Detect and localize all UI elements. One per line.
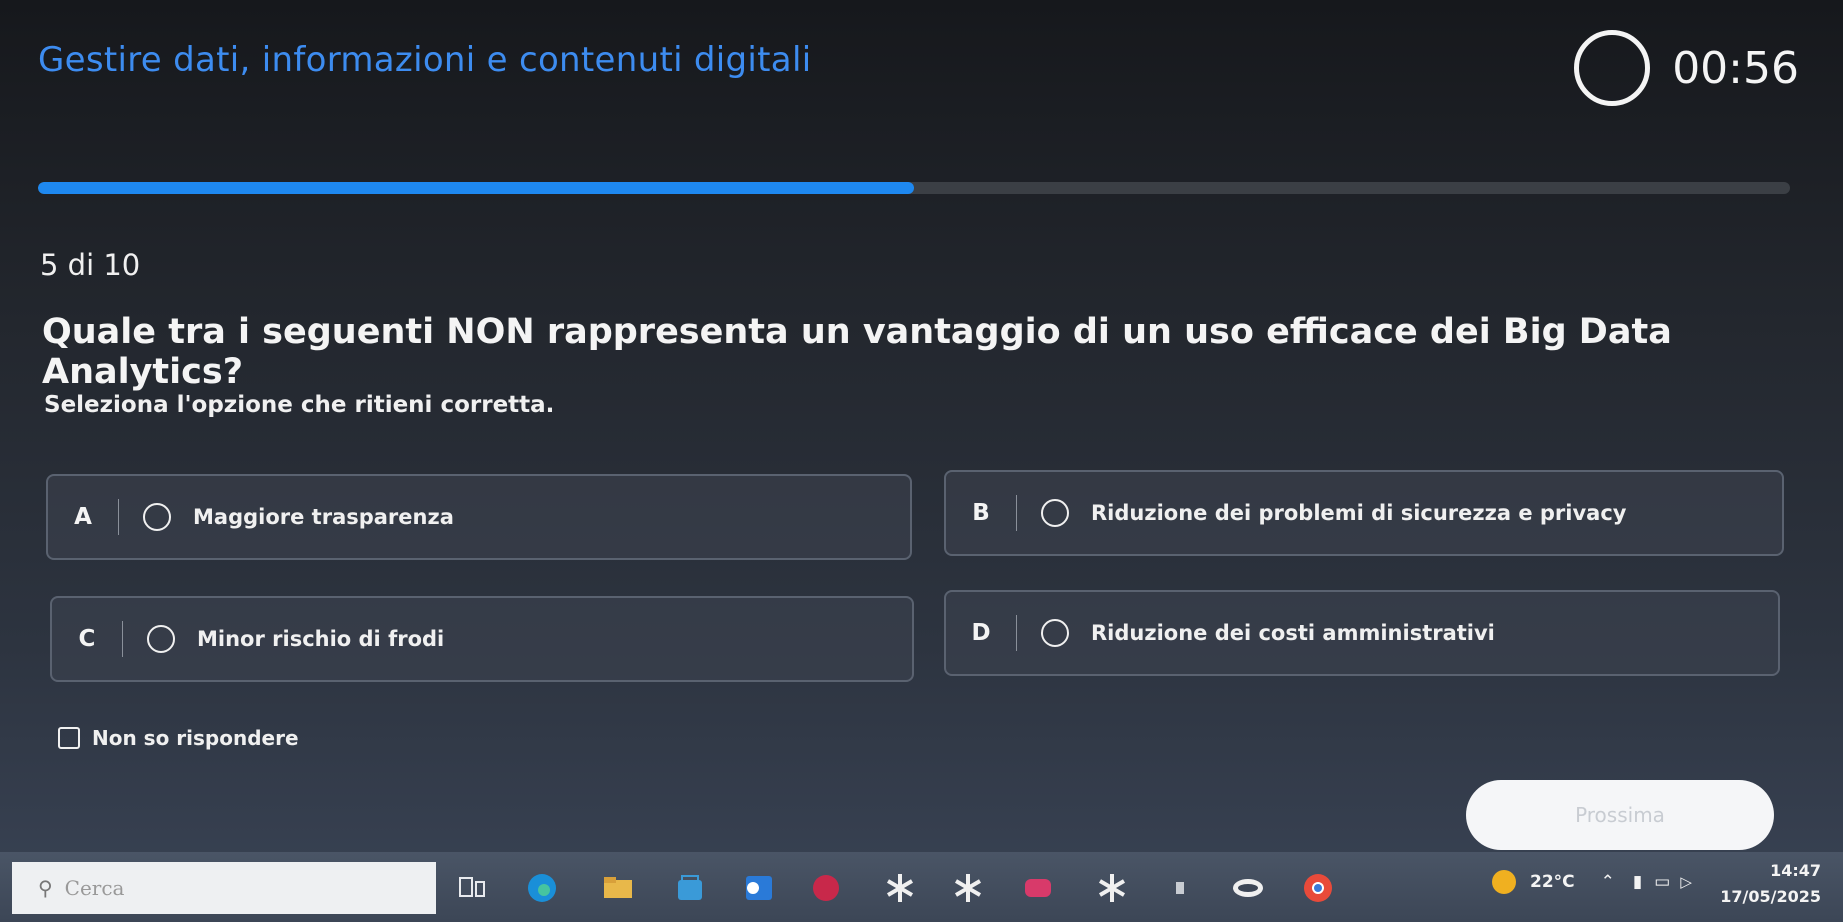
option-separator — [1016, 615, 1017, 651]
network-icon[interactable]: ▭ — [1654, 872, 1670, 892]
store-icon[interactable] — [672, 870, 708, 906]
snowflake-app-icon[interactable] — [950, 870, 986, 906]
chrome-icon[interactable] — [1300, 870, 1336, 906]
outlook-icon[interactable] — [740, 870, 776, 906]
radio-icon[interactable] — [1041, 499, 1069, 527]
taskbar: ⚲ Cerca 22°C ⌃ ▮ ▭ ▷ 14:47 17/05/2025 — [0, 852, 1843, 922]
option-b[interactable]: B Riduzione dei problemi di sicurezza e … — [944, 470, 1784, 556]
battery-icon[interactable]: ▮ — [1633, 872, 1642, 892]
task-view-icon[interactable] — [454, 870, 490, 906]
progress-fill — [38, 182, 914, 194]
timer-text: 00:56 — [1672, 42, 1799, 94]
date-text: 17/05/2025 — [1720, 887, 1821, 906]
no-answer-checkbox[interactable]: Non so rispondere — [58, 726, 299, 750]
page-title: Gestire dati, informazioni e contenuti d… — [38, 40, 812, 80]
temperature-text[interactable]: 22°C — [1530, 872, 1575, 892]
radio-icon[interactable] — [147, 625, 175, 653]
option-label: Riduzione dei costi amministrativi — [1091, 621, 1495, 645]
timer: 00:56 — [1574, 30, 1799, 106]
app-icon-small[interactable] — [1162, 870, 1198, 906]
instruction-text: Seleziona l'opzione che ritieni corretta… — [44, 392, 555, 418]
option-letter: A — [74, 504, 92, 530]
option-label: Maggiore trasparenza — [193, 505, 454, 529]
chevron-up-icon[interactable]: ⌃ — [1601, 872, 1615, 892]
weather-icon[interactable] — [1488, 866, 1520, 898]
no-answer-label: Non so rispondere — [92, 726, 299, 750]
radio-icon[interactable] — [143, 503, 171, 531]
taskbar-search[interactable]: ⚲ Cerca — [12, 862, 436, 914]
option-label: Minor rischio di frodi — [197, 627, 445, 651]
edge-icon[interactable] — [524, 870, 560, 906]
option-d[interactable]: D Riduzione dei costi amministrativi — [944, 590, 1780, 676]
system-tray: 22°C ⌃ ▮ ▭ ▷ — [1488, 866, 1692, 898]
option-label: Riduzione dei problemi di sicurezza e pr… — [1091, 501, 1627, 525]
question-counter: 5 di 10 — [40, 248, 141, 282]
option-letter: B — [972, 500, 990, 526]
progress-bar — [38, 182, 1790, 194]
search-icon: ⚲ — [38, 876, 53, 900]
option-separator — [1016, 495, 1017, 531]
question-text: Quale tra i seguenti NON rappresenta un … — [42, 312, 1672, 392]
app-icon-red[interactable] — [808, 870, 844, 906]
option-separator — [122, 621, 123, 657]
option-letter: C — [78, 626, 96, 652]
snowflake-app-icon[interactable] — [1094, 870, 1130, 906]
snowflake-app-icon[interactable] — [882, 870, 918, 906]
option-letter: D — [971, 620, 991, 646]
file-explorer-icon[interactable] — [600, 870, 636, 906]
option-separator — [118, 499, 119, 535]
app-icon-white[interactable] — [1230, 870, 1266, 906]
next-button[interactable]: Prossima — [1466, 780, 1774, 850]
timer-ring-icon — [1574, 30, 1651, 106]
clock[interactable]: 14:47 17/05/2025 — [1720, 858, 1821, 910]
volume-icon[interactable]: ▷ — [1680, 873, 1692, 891]
option-c[interactable]: C Minor rischio di frodi — [50, 596, 914, 682]
time-text: 14:47 — [1770, 861, 1821, 880]
search-placeholder: Cerca — [64, 876, 125, 900]
checkbox-icon[interactable] — [58, 727, 80, 749]
option-a[interactable]: A Maggiore trasparenza — [46, 474, 912, 560]
radio-icon[interactable] — [1041, 619, 1069, 647]
app-icon-pink[interactable] — [1020, 870, 1056, 906]
